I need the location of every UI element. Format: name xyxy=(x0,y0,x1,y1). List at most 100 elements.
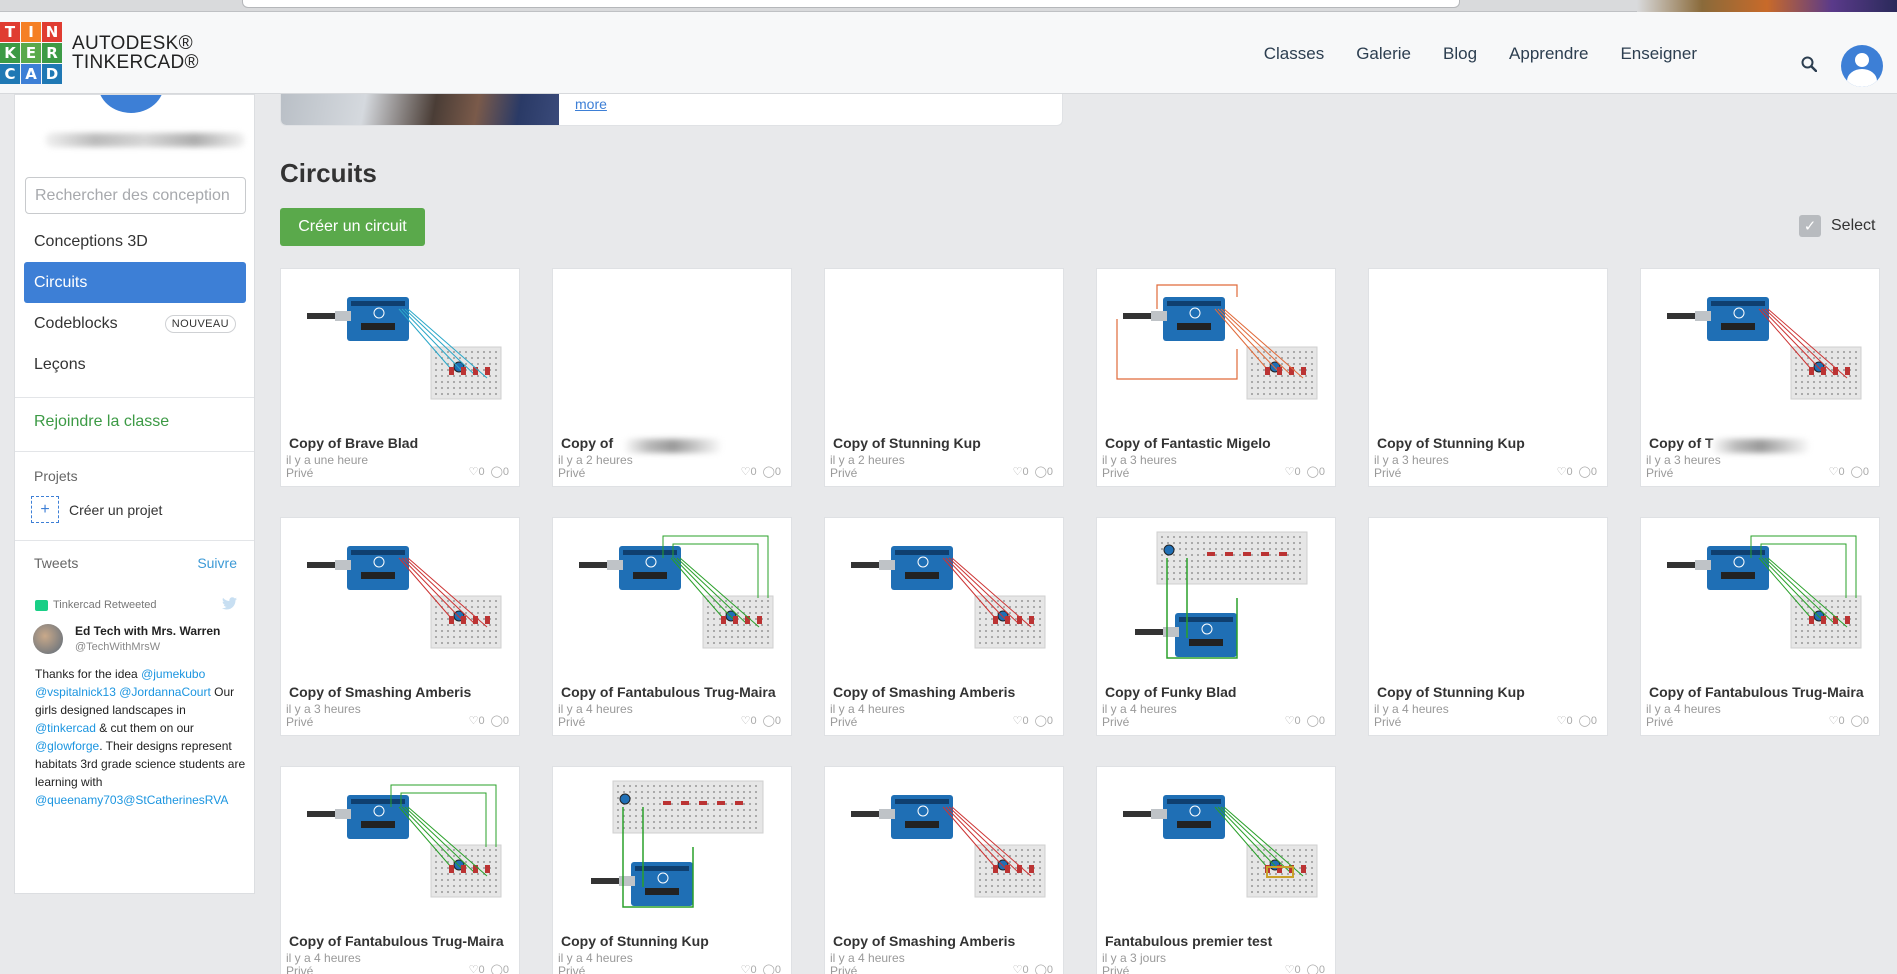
like-icon[interactable]: ♡0 xyxy=(1829,465,1845,478)
comment-icon[interactable]: ◯0 xyxy=(1851,714,1869,727)
like-icon[interactable]: ♡0 xyxy=(1013,714,1029,727)
comment-icon[interactable]: ◯0 xyxy=(1035,465,1053,478)
circuit-title[interactable]: Copy of Funky Blad xyxy=(1105,684,1330,700)
tweet-author-avatar[interactable] xyxy=(33,624,63,654)
create-project-button[interactable]: + Créer un projet xyxy=(31,496,162,523)
tweet-mention-link[interactable]: @vspitalnick13 xyxy=(35,685,116,699)
circuit-title[interactable]: Copy of Stunning Kup xyxy=(561,933,786,949)
banner-more-link[interactable]: more xyxy=(575,96,607,112)
circuit-thumbnail[interactable] xyxy=(1097,269,1335,429)
circuit-title[interactable]: Copy of Fantabulous Trug-Maira xyxy=(561,684,786,700)
like-icon[interactable]: ♡0 xyxy=(1557,465,1573,478)
circuit-thumbnail[interactable] xyxy=(1641,518,1879,678)
search-icon[interactable] xyxy=(1801,56,1817,72)
circuit-card[interactable]: Copy of Funky Blad il y a 4 heures Privé… xyxy=(1096,517,1336,736)
circuit-card[interactable]: Copy of Fantabulous Trug-Maira il y a 4 … xyxy=(1640,517,1880,736)
like-icon[interactable]: ♡0 xyxy=(469,963,485,974)
comment-icon[interactable]: ◯0 xyxy=(1307,714,1325,727)
like-icon[interactable]: ♡0 xyxy=(1013,465,1029,478)
tinkercad-logo[interactable]: TIN KER CAD xyxy=(0,22,62,84)
brand-wordmark[interactable]: AUTODESK® TINKERCAD® xyxy=(72,34,199,72)
circuit-thumbnail[interactable] xyxy=(281,518,519,678)
nav-link-enseigner[interactable]: Enseigner xyxy=(1620,44,1697,64)
comment-icon[interactable]: ◯0 xyxy=(491,465,509,478)
join-class-link[interactable]: Rejoindre la classe xyxy=(34,413,169,431)
circuit-thumbnail[interactable] xyxy=(1097,767,1335,927)
circuit-card[interactable]: Copy of Fantabulous Trug-Maira il y a 4 … xyxy=(280,766,520,974)
circuit-title[interactable]: Copy of Smashing Amberis xyxy=(289,684,514,700)
select-toggle[interactable]: ✓ Select xyxy=(1799,215,1875,237)
circuit-title[interactable]: Copy of Smashing Amberis xyxy=(833,933,1058,949)
like-icon[interactable]: ♡0 xyxy=(741,714,757,727)
tweet-author-name[interactable]: Ed Tech with Mrs. Warren xyxy=(75,624,220,638)
comment-icon[interactable]: ◯0 xyxy=(1307,465,1325,478)
circuit-title[interactable]: Copy of Smashing Amberis xyxy=(833,684,1058,700)
sidebar-item-circuits[interactable]: Circuits xyxy=(24,262,246,303)
circuit-title[interactable]: Copy of Fantastic Migelo xyxy=(1105,435,1330,451)
nav-link-apprendre[interactable]: Apprendre xyxy=(1509,44,1588,64)
sidebar-item-lessons[interactable]: Leçons xyxy=(24,344,246,385)
tweet-author-handle[interactable]: @TechWithMrsW xyxy=(75,641,160,653)
circuit-thumbnail[interactable] xyxy=(825,767,1063,927)
circuit-card[interactable]: Copy of Brave Blad il y a une heure Priv… xyxy=(280,268,520,487)
like-icon[interactable]: ♡0 xyxy=(1829,714,1845,727)
nav-link-classes[interactable]: Classes xyxy=(1264,44,1324,64)
profile-avatar[interactable] xyxy=(98,95,164,113)
circuit-thumbnail[interactable] xyxy=(1641,269,1879,429)
circuit-title[interactable]: Fantabulous premier test xyxy=(1105,933,1330,949)
circuit-thumbnail[interactable] xyxy=(825,269,1063,429)
circuit-title[interactable]: Copy of Stunning Kup xyxy=(1377,435,1602,451)
circuit-card[interactable]: Copy of Stunning Kup il y a 3 heures Pri… xyxy=(1368,268,1608,487)
tweet-mention-link[interactable]: @jumekubo xyxy=(141,667,205,681)
like-icon[interactable]: ♡0 xyxy=(469,465,485,478)
nav-link-galerie[interactable]: Galerie xyxy=(1356,44,1411,64)
circuit-thumbnail[interactable] xyxy=(1369,269,1607,429)
circuit-title[interactable]: Copy of Brave Blad xyxy=(289,435,514,451)
comment-icon[interactable]: ◯0 xyxy=(1579,714,1597,727)
comment-icon[interactable]: ◯0 xyxy=(763,465,781,478)
comment-icon[interactable]: ◯0 xyxy=(491,714,509,727)
sidebar-item-codeblocks[interactable]: Codeblocks NOUVEAU xyxy=(24,303,246,344)
circuit-card[interactable]: Copy of il y a 2 heures Privé ♡0 ◯0 xyxy=(552,268,792,487)
circuit-card[interactable]: Copy of Smashing Amberis il y a 4 heures… xyxy=(824,517,1064,736)
like-icon[interactable]: ♡0 xyxy=(1285,963,1301,974)
circuit-card[interactable]: Copy of Stunning Kup il y a 4 heures Pri… xyxy=(1368,517,1608,736)
circuit-title[interactable]: Copy of Stunning Kup xyxy=(833,435,1058,451)
like-icon[interactable]: ♡0 xyxy=(1013,963,1029,974)
circuit-thumbnail[interactable] xyxy=(281,269,519,429)
like-icon[interactable]: ♡0 xyxy=(1285,714,1301,727)
user-avatar-icon[interactable] xyxy=(1841,45,1883,87)
circuit-card[interactable]: Copy of Stunning Kup il y a 4 heures Pri… xyxy=(552,766,792,974)
comment-icon[interactable]: ◯0 xyxy=(763,963,781,974)
tweet-mention-link[interactable]: @tinkercad xyxy=(35,721,96,735)
twitter-bird-icon[interactable] xyxy=(222,597,237,610)
circuit-card[interactable]: Copy of T il y a 3 heures Privé ♡0 ◯0 xyxy=(1640,268,1880,487)
comment-icon[interactable]: ◯0 xyxy=(1035,963,1053,974)
circuit-thumbnail[interactable] xyxy=(281,767,519,927)
like-icon[interactable]: ♡0 xyxy=(1557,714,1573,727)
comment-icon[interactable]: ◯0 xyxy=(763,714,781,727)
design-search-input[interactable] xyxy=(25,177,246,214)
tweet-mention-link[interactable]: @queenamy703@StCatherinesRVA xyxy=(35,793,228,807)
circuit-thumbnail[interactable] xyxy=(553,269,791,429)
comment-icon[interactable]: ◯0 xyxy=(1579,465,1597,478)
circuit-card[interactable]: Copy of Smashing Amberis il y a 4 heures… xyxy=(824,766,1064,974)
comment-icon[interactable]: ◯0 xyxy=(1307,963,1325,974)
like-icon[interactable]: ♡0 xyxy=(741,465,757,478)
comment-icon[interactable]: ◯0 xyxy=(1851,465,1869,478)
comment-icon[interactable]: ◯0 xyxy=(1035,714,1053,727)
tweet-mention-link[interactable]: @JordannaCourt xyxy=(119,685,211,699)
checkbox-icon[interactable]: ✓ xyxy=(1799,215,1821,237)
like-icon[interactable]: ♡0 xyxy=(469,714,485,727)
circuit-card[interactable]: Copy of Fantabulous Trug-Maira il y a 4 … xyxy=(552,517,792,736)
circuit-thumbnail[interactable] xyxy=(1369,518,1607,678)
circuit-title[interactable]: Copy of Fantabulous Trug-Maira xyxy=(1649,684,1874,700)
circuit-thumbnail[interactable] xyxy=(553,518,791,678)
circuit-thumbnail[interactable] xyxy=(825,518,1063,678)
circuit-thumbnail[interactable] xyxy=(553,767,791,927)
like-icon[interactable]: ♡0 xyxy=(1285,465,1301,478)
browser-url-bar[interactable] xyxy=(242,0,1460,8)
nav-link-blog[interactable]: Blog xyxy=(1443,44,1477,64)
circuit-card[interactable]: Copy of Stunning Kup il y a 2 heures Pri… xyxy=(824,268,1064,487)
circuit-card[interactable]: Copy of Smashing Amberis il y a 3 heures… xyxy=(280,517,520,736)
